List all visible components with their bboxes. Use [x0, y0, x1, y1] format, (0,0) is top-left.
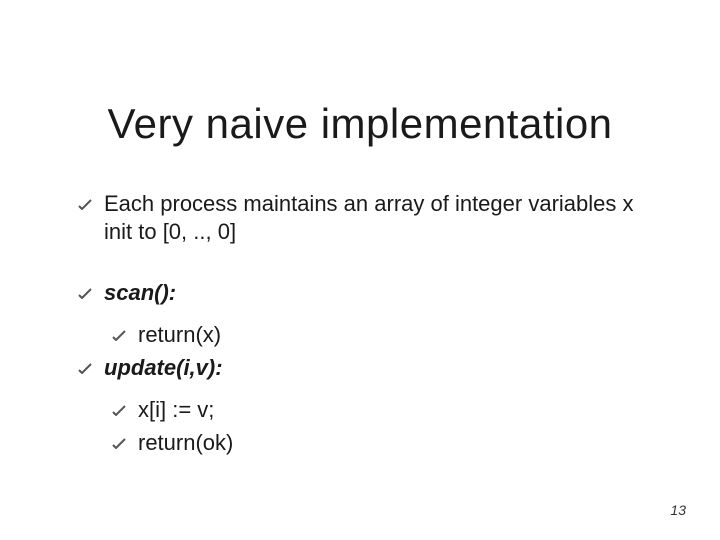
bullet-scan-label: scan():: [104, 280, 176, 305]
bullet-update-label: update(i,v):: [104, 355, 223, 380]
bullet-scan-return: return(x): [112, 321, 660, 349]
bullet-scan: scan():: [78, 279, 660, 307]
bullet-intro: Each process maintains an array of integ…: [78, 190, 660, 245]
bullet-update-assign: x[i] := v;: [112, 396, 660, 424]
page-number: 13: [670, 502, 686, 518]
slide-body: Each process maintains an array of integ…: [78, 190, 660, 463]
bullet-update-return: return(ok): [112, 429, 660, 457]
slide: Very naive implementation Each process m…: [0, 0, 720, 540]
slide-title: Very naive implementation: [0, 100, 720, 148]
bullet-update: update(i,v):: [78, 354, 660, 382]
